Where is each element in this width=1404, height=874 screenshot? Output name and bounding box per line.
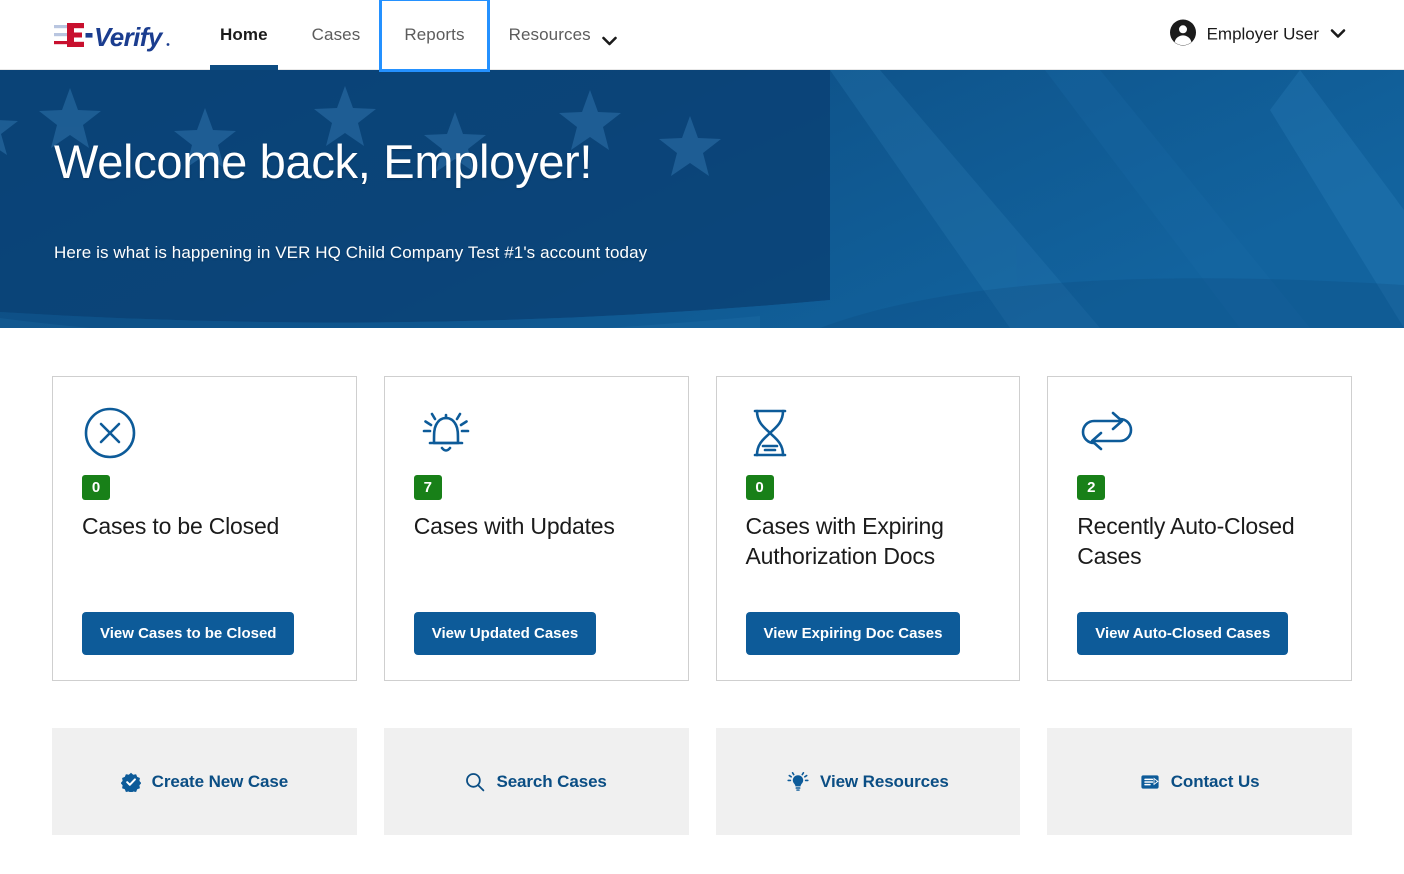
quick-action-label: View Resources <box>820 771 949 791</box>
nav-item-label: Resources <box>508 24 591 44</box>
page-title: Welcome back, Employer! <box>54 135 593 188</box>
repeat-arrows-icon <box>1077 405 1322 467</box>
quick-action-label: Search Cases <box>496 771 607 791</box>
mail-envelope-icon <box>1140 772 1160 792</box>
user-circle-icon <box>1169 19 1196 50</box>
verified-badge-icon <box>120 772 141 792</box>
nav-item-reports[interactable]: Reports <box>379 0 490 72</box>
card-title: Cases with Expiring Authorization Docs <box>745 513 944 569</box>
user-menu-label: Employer User <box>1206 24 1319 44</box>
card-title: Recently Auto-Closed Cases <box>1077 513 1295 569</box>
quick-action-create-new-case[interactable]: Create New Case <box>52 728 357 835</box>
quick-actions: Create New Case Search Cases View Resour… <box>52 728 1352 835</box>
summary-cards: 0 Cases to be Closed View Cases to be Cl… <box>52 328 1352 681</box>
status-badge: 2 <box>1077 475 1106 500</box>
card-title: Cases with Updates <box>413 513 615 539</box>
nav-item-label: Home <box>220 24 268 44</box>
status-badge: 0 <box>745 475 774 500</box>
e-verify-logo[interactable]: Verify <box>54 18 172 52</box>
nav-item-home[interactable]: Home <box>198 0 290 70</box>
card-cases-with-expiring-docs[interactable]: 0 Cases with Expiring Authorization Docs… <box>715 376 1021 681</box>
view-updated-cases-button[interactable]: View Updated Cases <box>413 612 597 655</box>
view-cases-to-be-closed-button[interactable]: View Cases to be Closed <box>82 612 295 655</box>
quick-action-contact-us[interactable]: Contact Us <box>1047 728 1352 835</box>
top-navigation-bar: Verify Home Cases Reports Resources Empl… <box>0 0 1404 72</box>
hero-banner: Welcome back, Employer! Here is what is … <box>0 70 1404 328</box>
bell-ringing-icon <box>414 405 659 467</box>
quick-action-label: Create New Case <box>151 771 289 791</box>
hero-subtitle: Here is what is happening in VER HQ Chil… <box>54 243 648 262</box>
hourglass-icon <box>746 405 991 467</box>
card-cases-to-be-closed[interactable]: 0 Cases to be Closed View Cases to be Cl… <box>52 376 357 681</box>
status-badge: 7 <box>413 475 442 500</box>
nav-item-resources[interactable]: Resources <box>487 0 624 70</box>
svg-text:Verify: Verify <box>94 22 164 52</box>
nav-item-cases[interactable]: Cases <box>290 0 383 70</box>
chevron-down-icon <box>1330 26 1346 44</box>
card-title: Cases to be Closed <box>82 513 280 539</box>
main-nav: Home Cases Reports Resources <box>198 0 624 72</box>
card-recently-auto-closed[interactable]: 2 Recently Auto-Closed Cases View Auto-C… <box>1047 376 1352 681</box>
main-content: 0 Cases to be Closed View Cases to be Cl… <box>0 328 1404 835</box>
view-auto-closed-cases-button[interactable]: View Auto-Closed Cases <box>1077 612 1289 655</box>
quick-action-label: Contact Us <box>1170 771 1260 791</box>
nav-item-label: Reports <box>404 24 465 44</box>
circle-x-icon <box>82 405 327 467</box>
quick-action-search-cases[interactable]: Search Cases <box>383 728 689 835</box>
card-cases-with-updates[interactable]: 7 Cases with Updates View Updated Cases <box>383 376 689 681</box>
nav-item-label: Cases <box>311 24 361 44</box>
user-menu[interactable]: Employer User <box>1169 19 1346 50</box>
lightbulb-icon <box>787 771 809 792</box>
status-badge: 0 <box>82 475 110 500</box>
search-icon <box>465 772 485 792</box>
quick-action-view-resources[interactable]: View Resources <box>715 728 1021 835</box>
view-expiring-doc-cases-button[interactable]: View Expiring Doc Cases <box>745 612 961 655</box>
